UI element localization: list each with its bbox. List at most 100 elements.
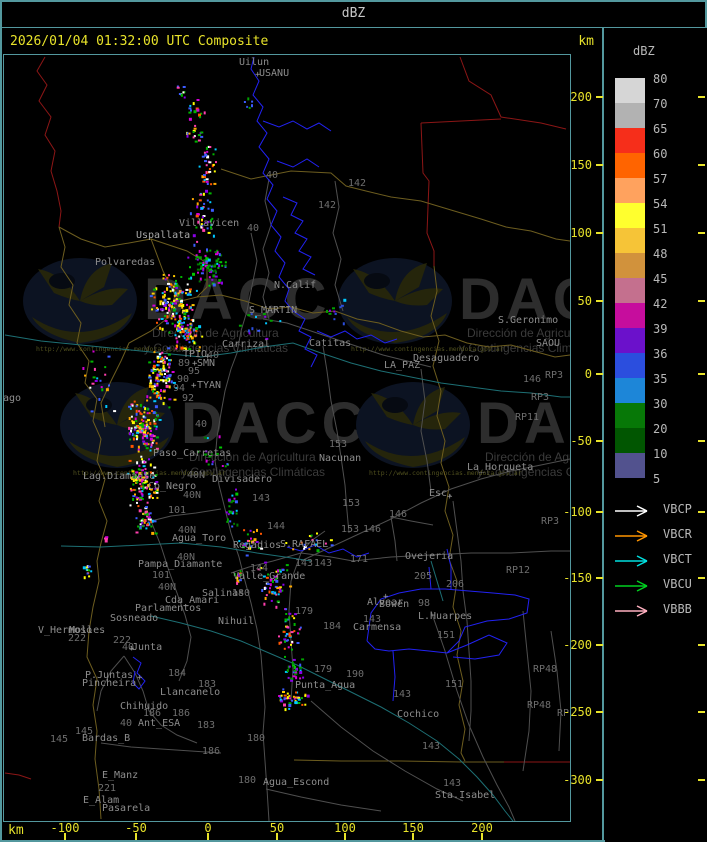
x-tick — [481, 833, 483, 840]
legend-panel: dBZ 80 70 65 60 57 54 51 48 45 42 39 36 35 30 20 10 5 VBC… — [605, 28, 707, 842]
y-tick-label: -100 — [563, 505, 592, 519]
map-label: 40 — [266, 170, 279, 181]
station-marker: + — [383, 592, 389, 602]
map-label: RP48 — [533, 664, 558, 675]
header-title: dBZ — [341, 6, 366, 21]
vector-legend-row: VBCT — [613, 553, 692, 567]
map-label: Uspallata — [136, 230, 191, 241]
legend-color-block — [615, 78, 645, 103]
legend-color-block — [615, 128, 645, 153]
legend-color-block — [615, 328, 645, 353]
y-tick — [596, 644, 603, 646]
map-label: 180 — [247, 733, 266, 744]
map-label: 40 — [247, 223, 260, 234]
map-label: Catitas — [309, 338, 352, 349]
map-label: 142 — [348, 178, 367, 189]
vbbb-arrow-icon — [615, 605, 648, 617]
legend-tick-label: 54 — [653, 197, 668, 211]
y-tick-label: 0 — [584, 367, 592, 381]
legend-color-block — [615, 278, 645, 303]
y-tick-label: -200 — [563, 638, 592, 652]
timestamp: 2026/01/04 01:32:00 UTC Composite — [10, 33, 269, 49]
y-tick — [596, 511, 603, 513]
map-label: Llancanelo — [160, 687, 221, 698]
legend-tick-label: 5 — [653, 472, 661, 486]
legend-edge-tick — [698, 779, 705, 781]
map-label: Junta — [132, 642, 163, 653]
legend-edge-tick — [698, 644, 705, 646]
legend-tick-label: 80 — [653, 72, 668, 86]
legend-color-block — [615, 403, 645, 428]
legend-edge-tick — [698, 373, 705, 375]
map-label: Cochico — [397, 709, 440, 720]
y-tick-label: -50 — [570, 434, 592, 448]
map-label: Paso_Carretas — [153, 448, 232, 459]
map-label: 171 — [350, 554, 369, 565]
map-label: Nihuil — [218, 616, 255, 627]
radar-map[interactable]: DACC Dirección de Agricultura y Contingenc… — [3, 54, 571, 822]
map-label: Pasarela — [102, 803, 151, 814]
legend-tick-label: 51 — [653, 222, 668, 236]
map-label: 144 — [267, 521, 286, 532]
legend-tick-label: 39 — [653, 322, 668, 336]
map-label: 184 — [168, 668, 187, 679]
map-label: 184 — [323, 621, 342, 632]
y-tick — [596, 232, 603, 234]
map-label: 146 — [363, 524, 382, 535]
map-label: 143 — [314, 558, 333, 569]
legend-color-block — [615, 178, 645, 203]
map-label: RP12 — [506, 565, 531, 576]
radar-composite-app: dBZ 2026/01/04 01:32:00 UTC Composite km… — [0, 0, 707, 842]
map-label: Punta_Agua — [295, 680, 356, 691]
map-label: 40 — [195, 419, 208, 430]
vbct-arrow-icon — [615, 555, 648, 567]
map-label: Pincheira — [82, 678, 137, 689]
map-label: Sosneado — [110, 613, 159, 624]
map-label: 143 — [295, 558, 314, 569]
y-tick — [596, 711, 603, 713]
legend-color-block — [615, 153, 645, 178]
map-label: La_Horqueta — [467, 462, 534, 473]
map-label: 40N — [177, 552, 196, 563]
map-label: 101 — [152, 570, 171, 581]
x-tick — [344, 833, 346, 840]
map-label: 153 — [341, 524, 360, 535]
map-label: RP3 — [531, 392, 550, 403]
map-label: 151 — [445, 679, 464, 690]
map-label: 146 — [389, 509, 408, 520]
legend-tick-label: 30 — [653, 397, 668, 411]
legend-tick-label: 65 — [653, 122, 668, 136]
x-axis-unit: km — [8, 823, 24, 838]
map-label: Carrizal — [222, 339, 271, 350]
map-label: Villavicen — [179, 218, 240, 229]
legend-color-block — [615, 303, 645, 328]
map-label: TYAN — [197, 380, 222, 391]
border-top — [0, 0, 707, 2]
map-label: 98 — [418, 598, 431, 609]
map-label: 205 — [414, 571, 433, 582]
y-axis-unit: km — [578, 34, 594, 49]
x-tick — [64, 833, 66, 840]
y-tick — [596, 300, 603, 302]
legend-tick-label: 48 — [653, 247, 668, 261]
station-marker: + — [205, 352, 211, 362]
legend-color-block — [615, 103, 645, 128]
vector-legend-row: VBCU — [613, 578, 692, 592]
station-marker: + — [447, 492, 453, 502]
map-label: 40N — [183, 490, 202, 501]
legend-edge-tick — [698, 440, 705, 442]
map-label: Uilun — [239, 57, 270, 68]
map-label: Sta.Isabel — [435, 790, 496, 801]
map-label: Lag.Diamante — [83, 471, 156, 482]
map-label: Desaguadero — [413, 353, 480, 364]
y-tick-label: 100 — [570, 226, 592, 240]
map-label: Co_Negro — [148, 481, 197, 492]
legend-tick-label: 57 — [653, 172, 668, 186]
map-label: 143 — [443, 778, 462, 789]
map-label: Regadios — [233, 540, 282, 551]
vector-legend-row: VBBB — [613, 603, 692, 617]
map-label: 153 — [329, 439, 348, 450]
legend-tick-label: 36 — [653, 347, 668, 361]
legend-color-block — [615, 378, 645, 403]
x-tick — [412, 833, 414, 840]
